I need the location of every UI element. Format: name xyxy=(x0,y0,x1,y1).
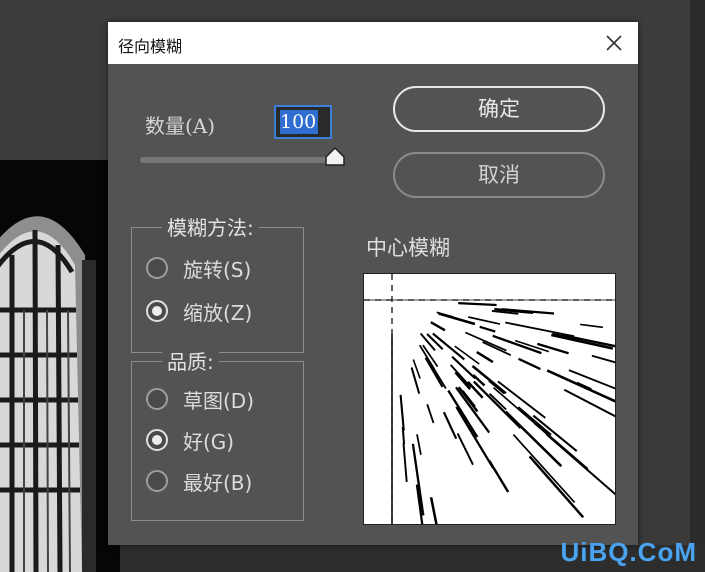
radio-zoom-label: 缩放(Z) xyxy=(183,301,253,325)
cancel-button[interactable]: 取消 xyxy=(393,152,605,198)
window-photo-image xyxy=(0,160,120,572)
close-button[interactable] xyxy=(600,29,628,57)
quality-group: 品质: 草图(D) 好(G) 最好(B) xyxy=(131,346,304,521)
amount-label: 数量(A) xyxy=(145,114,216,138)
radio-zoom-button[interactable] xyxy=(146,300,168,322)
blur-center-label: 中心模糊 xyxy=(366,236,450,260)
amount-value: 100 xyxy=(280,111,317,133)
amount-slider-track[interactable] xyxy=(140,157,336,163)
dialog-titlebar: 径向模糊 xyxy=(108,22,638,64)
amount-slider-thumb[interactable] xyxy=(323,146,347,168)
blur-method-legend: 模糊方法: xyxy=(162,212,259,241)
radio-draft-button[interactable] xyxy=(146,388,168,410)
canvas-photo-window xyxy=(0,160,120,572)
radial-blur-dialog: 径向模糊 数量(A) 100 确定 取消 模糊方法: 旋转(S) 缩放(Z) 品… xyxy=(108,22,638,545)
blur-method-group: 模糊方法: 旋转(S) 缩放(Z) xyxy=(131,212,304,353)
blur-center-preview[interactable] xyxy=(363,273,616,525)
close-icon xyxy=(606,35,622,51)
radio-good-button[interactable] xyxy=(146,429,168,451)
radio-best-button[interactable] xyxy=(146,470,168,492)
radio-best-label: 最好(B) xyxy=(183,471,253,495)
radio-good-label: 好(G) xyxy=(183,430,235,454)
workspace-right-strip xyxy=(690,0,705,572)
radio-spin-label: 旋转(S) xyxy=(183,258,252,282)
ok-button[interactable]: 确定 xyxy=(393,86,605,132)
watermark: UiBQ.CoM xyxy=(560,537,697,567)
zoom-blur-preview-graphic xyxy=(364,274,615,524)
quality-legend: 品质: xyxy=(162,346,219,375)
dialog-title: 径向模糊 xyxy=(118,37,183,56)
radio-spin-button[interactable] xyxy=(146,257,168,279)
radio-selected-dot xyxy=(152,306,162,316)
slider-thumb-icon xyxy=(325,146,345,166)
radio-draft-label: 草图(D) xyxy=(183,389,255,413)
radio-selected-dot xyxy=(152,435,162,445)
